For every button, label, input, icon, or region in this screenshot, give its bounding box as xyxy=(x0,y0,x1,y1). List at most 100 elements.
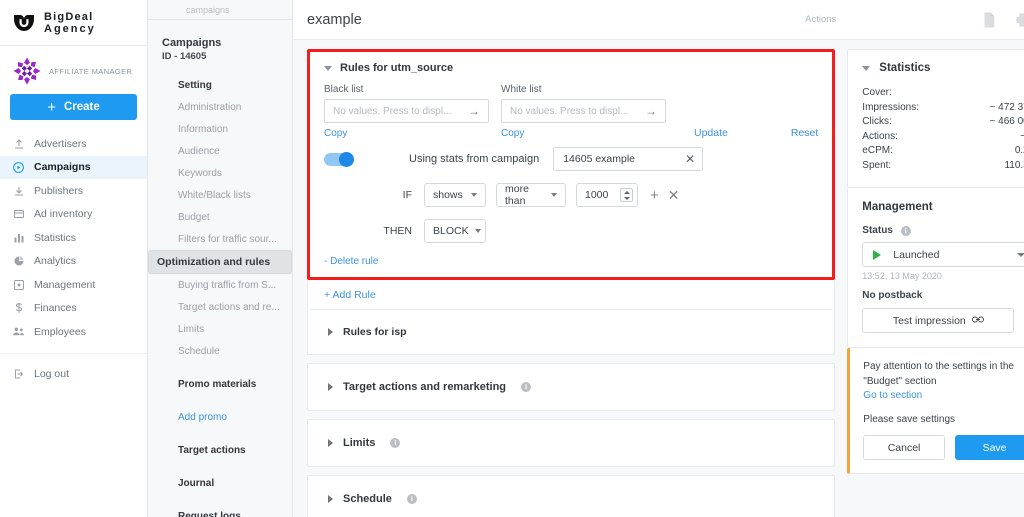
threshold-input[interactable]: 1000 xyxy=(576,183,638,207)
brand-logo[interactable]: BigDeal Agency xyxy=(0,0,147,46)
sidebar-item-employees[interactable]: Employees xyxy=(0,320,147,344)
subnav-item-filters-traffic[interactable]: Filters for traffic sour... xyxy=(148,228,292,250)
subnav-item-add-promo[interactable]: Add promo xyxy=(148,406,292,428)
sidebar-item-label: Log out xyxy=(34,368,70,381)
stat-row: Clicks: ~ 466 009 xyxy=(862,115,1024,130)
sidebar-item-label: Advertisers xyxy=(34,137,87,150)
using-stats-toggle[interactable] xyxy=(324,151,354,167)
using-stats-label: Using stats from campaign xyxy=(409,153,540,165)
statistics-header[interactable]: Statistics xyxy=(862,62,1024,74)
chevron-right-icon xyxy=(328,328,333,336)
close-icon[interactable]: ✕ xyxy=(685,152,695,166)
sidebar-item-campaigns[interactable]: Campaigns xyxy=(0,155,147,179)
go-to-section-link[interactable]: Go to section xyxy=(863,390,1024,401)
subnav-item-request-logs[interactable]: Request logs xyxy=(148,505,292,517)
brand-line1: BigDeal xyxy=(44,10,94,23)
update-link[interactable]: Update xyxy=(694,127,728,139)
info-icon[interactable]: i xyxy=(390,438,401,448)
subnav-item-label: Keywords xyxy=(178,167,222,179)
subnav-gap xyxy=(148,494,292,505)
save-button[interactable]: Save xyxy=(954,435,1024,460)
save-settings-note: Please save settings xyxy=(863,414,956,425)
if-condition-row: IF shows more than 1000 + ✕ xyxy=(324,183,818,207)
campaign-select[interactable]: 14605 example ✕ xyxy=(553,147,704,171)
add-condition-button[interactable]: + xyxy=(650,188,659,203)
sidebar-item-management[interactable]: Management xyxy=(0,273,147,297)
cancel-button[interactable]: Cancel xyxy=(863,435,945,460)
subnav-item-target-actions[interactable]: Target actions xyxy=(148,439,292,461)
sidebar-item-ad-inventory[interactable]: Ad inventory xyxy=(0,203,147,227)
subnav-title: Campaigns xyxy=(162,37,222,49)
subnav-item-white-black-lists[interactable]: White/Black lists xyxy=(148,184,292,206)
warning-text: Pay attention to the settings in the "Bu… xyxy=(863,360,1024,389)
operator-select[interactable]: more than xyxy=(496,183,566,207)
pie-chart-icon xyxy=(12,255,25,268)
info-icon[interactable]: i xyxy=(406,494,417,504)
subnav-item-limits[interactable]: Limits xyxy=(148,318,292,340)
subnav-item-journal[interactable]: Journal xyxy=(148,472,292,494)
subnav-item-label: Audience xyxy=(178,145,220,157)
sidebar-item-statistics[interactable]: Statistics xyxy=(0,226,147,250)
plus-icon: + xyxy=(47,98,56,116)
white-list-copy-link[interactable]: Copy xyxy=(501,128,524,139)
create-button[interactable]: + Create xyxy=(10,94,137,120)
subnav-item-label: Information xyxy=(178,123,229,135)
threshold-value: 1000 xyxy=(585,189,609,201)
printer-icon[interactable] xyxy=(1014,11,1024,29)
number-stepper[interactable] xyxy=(620,188,633,202)
sidebar-item-analytics[interactable]: Analytics xyxy=(0,250,147,274)
stat-row: Impressions: ~ 472 377 xyxy=(862,101,1024,116)
stat-key: Clicks: xyxy=(862,116,892,127)
subnav-item-target-actions-remarketing[interactable]: Target actions and re... xyxy=(148,296,292,318)
sidebar-item-label: Ad inventory xyxy=(34,208,93,221)
subnav-item-administration[interactable]: Administration xyxy=(148,96,292,118)
target-actions-remarketing-section[interactable]: Target actions and remarketing i xyxy=(307,363,836,411)
stat-row: Cover: ~ xyxy=(862,86,1024,101)
info-icon[interactable]: i xyxy=(900,226,911,236)
limits-section[interactable]: Limits i xyxy=(307,419,836,467)
toggle-knob xyxy=(339,151,354,167)
subnav-item-setting[interactable]: Setting xyxy=(148,74,292,96)
breadcrumb[interactable]: campaigns xyxy=(148,0,292,15)
subnav-item-budget[interactable]: Budget xyxy=(148,206,292,228)
sidebar-item-advertisers[interactable]: Advertisers xyxy=(0,132,147,156)
subnav-item-buying-traffic[interactable]: Buying traffic from S... xyxy=(148,274,292,296)
rules-section-header[interactable]: Rules for utm_source xyxy=(324,62,818,74)
subnav-list: Setting Administration Information Audie… xyxy=(148,74,292,517)
sidebar-item-logout[interactable]: Log out xyxy=(0,363,147,387)
chevron-right-icon xyxy=(328,383,333,391)
sidebar-item-label: Finances xyxy=(34,302,77,315)
subnav-item-schedule[interactable]: Schedule xyxy=(148,340,292,362)
remove-condition-button[interactable]: ✕ xyxy=(668,188,680,202)
rules-for-isp-header[interactable]: Rules for isp xyxy=(308,310,834,354)
subnav-item-information[interactable]: Information xyxy=(148,118,292,140)
document-icon[interactable] xyxy=(980,11,998,29)
white-list-input[interactable]: No values. Press to displ... → xyxy=(501,99,666,123)
campaign-subnav: campaigns Campaigns ID - 14605 Setting A… xyxy=(148,0,293,517)
sidebar-item-finances[interactable]: Finances xyxy=(0,297,147,321)
subnav-item-keywords[interactable]: Keywords xyxy=(148,162,292,184)
actions-menu[interactable]: Actions xyxy=(805,14,836,25)
subnav-item-optimization-and-rules[interactable]: Optimization and rules xyxy=(148,250,292,274)
test-impression-button[interactable]: Test impression xyxy=(862,308,1015,333)
section-title: Target actions and remarketing xyxy=(343,381,507,393)
metric-select[interactable]: shows xyxy=(424,183,486,207)
stat-value: ~ 472 377 xyxy=(989,101,1024,113)
sidebar-item-publishers[interactable]: Publishers xyxy=(0,179,147,203)
delete-rule-link[interactable]: - Delete rule xyxy=(324,256,378,267)
black-list-copy-link[interactable]: Copy xyxy=(324,128,347,139)
subnav-item-audience[interactable]: Audience xyxy=(148,140,292,162)
reset-link[interactable]: Reset xyxy=(791,127,818,139)
black-list-input[interactable]: No values. Press to displ... → xyxy=(324,99,489,123)
page-title: example xyxy=(307,11,362,28)
schedule-section[interactable]: Schedule i xyxy=(307,475,836,517)
then-action-row: THEN BLOCK xyxy=(324,219,818,243)
breadcrumb-label: campaigns xyxy=(186,5,230,15)
stat-value: ~ 466 009 xyxy=(989,116,1024,127)
action-select[interactable]: BLOCK xyxy=(424,219,486,243)
info-icon[interactable]: i xyxy=(521,382,532,392)
add-rule-link[interactable]: + Add Rule xyxy=(308,280,834,309)
action-select-value: BLOCK xyxy=(433,225,469,237)
subnav-item-promo-materials[interactable]: Promo materials xyxy=(148,373,292,395)
status-select[interactable]: Launched xyxy=(862,242,1024,267)
